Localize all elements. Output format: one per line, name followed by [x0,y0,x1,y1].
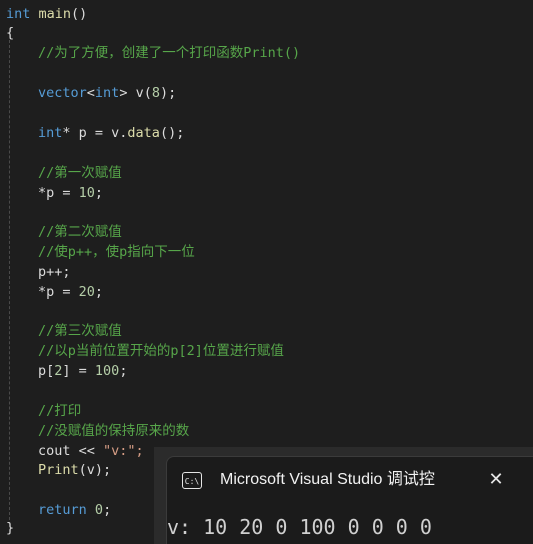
code-line-cout: cout << "v:"; [38,443,144,459]
code-line-assign-3: p[2] = 100; [38,363,128,379]
debug-console-window[interactable]: C:\ Microsoft Visual Studio 调试控 ✕ v: 10 … [166,456,533,544]
code-comment: //为了方便，创建了一个打印函数Print() [38,45,301,61]
code-line-assign-2: *p = 20; [38,284,104,300]
close-icon[interactable]: ✕ [485,468,507,492]
code-comment: //第一次赋值 [38,165,122,181]
indent-guide [9,40,10,520]
code-line-vector: vector<int> v(8); [38,85,177,101]
code-comment: //没赋值的保持原来的数 [38,423,190,439]
code-line-1: int main() [6,6,88,22]
code-comment: //使p++，使p指向下一位 [38,244,195,260]
console-title: Microsoft Visual Studio 调试控 [220,471,435,488]
code-comment: //以p当前位置开始的p[2]位置进行赋值 [38,343,284,359]
code-line-return: return 0; [38,502,112,518]
code-line-pointer: int* p = v.data(); [38,125,185,141]
console-output: v: 10 20 0 100 0 0 0 0 [167,515,432,539]
terminal-icon: C:\ [182,472,202,489]
code-line-increment: p++; [38,264,71,280]
code-line-close-brace: } [6,520,15,536]
code-comment: //第三次赋值 [38,323,122,339]
code-comment: //第二次赋值 [38,224,122,240]
console-window-backdrop: C:\ Microsoft Visual Studio 调试控 ✕ v: 10 … [154,447,533,544]
code-line-assign-1: *p = 10; [38,185,104,201]
code-line-print: Print(v); [38,462,112,478]
code-comment: //打印 [38,403,82,419]
code-line-2: { [6,25,15,41]
